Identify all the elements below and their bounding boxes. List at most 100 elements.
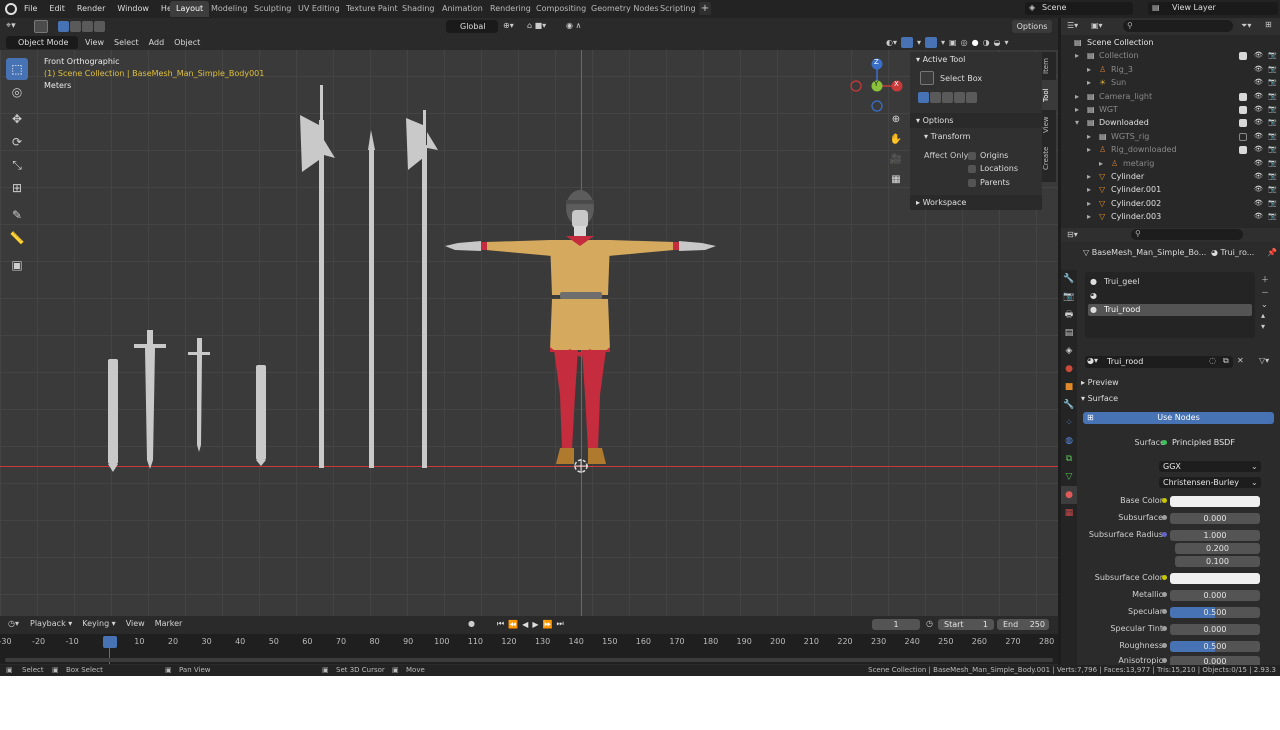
tab-scripting[interactable]: Scripting: [654, 1, 702, 17]
zoom-icon[interactable]: ⊕: [888, 114, 904, 130]
expand-arrow-icon[interactable]: ▸: [1087, 170, 1091, 183]
tab-shading[interactable]: Shading: [396, 1, 441, 17]
options-button[interactable]: Options: [1012, 20, 1052, 33]
expand-arrow-icon[interactable]: ▸: [1075, 49, 1079, 62]
tab-rendering[interactable]: Rendering: [484, 1, 537, 17]
tool-mode-extend-icon[interactable]: [930, 92, 941, 103]
current-frame-field[interactable]: 1: [872, 619, 920, 630]
scene-selector[interactable]: ◈ Scene: [1025, 2, 1133, 15]
fake-user-icon[interactable]: ◌: [1209, 356, 1216, 365]
param-value-field[interactable]: 1.000: [1170, 530, 1260, 541]
outliner-row[interactable]: ▸ ♙ Rig_downloaded 👁 📷: [1061, 143, 1280, 156]
material-shading-icon[interactable]: ◑: [983, 38, 990, 47]
render-camera-icon[interactable]: 📷: [1268, 63, 1277, 76]
render-camera-icon[interactable]: 📷: [1268, 76, 1277, 89]
outliner-search-input[interactable]: ⚲: [1123, 20, 1233, 32]
properties-editor-icon[interactable]: ⊟▾: [1067, 230, 1078, 239]
menu-window[interactable]: Window: [111, 0, 155, 18]
sidebar-tab-view[interactable]: View: [1042, 110, 1056, 140]
add-workspace-icon[interactable]: +: [699, 2, 711, 15]
transform-header[interactable]: ▾ Transform: [924, 132, 970, 141]
render-tab-icon[interactable]: 📷: [1061, 288, 1077, 306]
menu-marker[interactable]: Marker: [155, 619, 183, 628]
param-value-field[interactable]: 0.000: [1170, 513, 1260, 524]
render-camera-icon[interactable]: 📷: [1268, 183, 1277, 196]
exclude-checkbox[interactable]: [1239, 146, 1247, 155]
tool-mode-subtract-icon[interactable]: [942, 92, 953, 103]
snap-icon[interactable]: ⌂ ■▾: [527, 21, 546, 30]
constraints-tab-icon[interactable]: ⧉: [1061, 450, 1077, 468]
expand-arrow-icon[interactable]: ▾: [1075, 116, 1079, 129]
prev-keyframe-icon[interactable]: ⏪: [508, 620, 518, 629]
expand-arrow-icon[interactable]: ▸: [1087, 63, 1091, 76]
render-camera-icon[interactable]: 📷: [1268, 143, 1277, 156]
visibility-eye-icon[interactable]: 👁: [1254, 183, 1263, 196]
surface-panel-header[interactable]: ▾ Surface: [1081, 394, 1118, 403]
render-camera-icon[interactable]: 📷: [1268, 157, 1277, 170]
menu-render[interactable]: Render: [71, 0, 111, 18]
data-tab-icon[interactable]: ▽: [1061, 468, 1077, 486]
link-type-icon[interactable]: ▽▾: [1259, 356, 1269, 365]
tab-animation[interactable]: Animation: [436, 1, 489, 17]
outliner-row[interactable]: ▸ ▽ Cylinder.003 👁 📷: [1061, 210, 1280, 223]
mode-dropdown[interactable]: Object Mode: [6, 36, 78, 49]
outliner-row-scene-collection[interactable]: ▤ Scene Collection: [1061, 36, 1280, 49]
visibility-eye-icon[interactable]: 👁: [1254, 210, 1263, 223]
scene-tab-icon[interactable]: ◈: [1061, 342, 1077, 360]
proportional-edit-icon[interactable]: ◉ ∧: [566, 21, 581, 30]
visibility-eye-icon[interactable]: 👁: [1254, 103, 1263, 116]
material-tab-icon[interactable]: ●: [1061, 486, 1077, 504]
particles-tab-icon[interactable]: ⁘: [1061, 414, 1077, 432]
sidebar-tab-item[interactable]: Item: [1042, 52, 1056, 80]
gizmo-dropdown-icon[interactable]: ▾: [917, 38, 921, 47]
texture-tab-icon[interactable]: ▦: [1061, 504, 1077, 522]
add-slot-icon[interactable]: ＋: [1261, 274, 1269, 285]
jump-end-icon[interactable]: ⏭: [556, 619, 563, 629]
timeline-scrub-area[interactable]: -30-20-101102030405060708090100110120130…: [0, 634, 1058, 664]
mode-subtract-icon[interactable]: [82, 21, 93, 32]
mode-new-icon[interactable]: [58, 21, 69, 32]
next-keyframe-icon[interactable]: ⏩: [542, 620, 552, 629]
workspace-header[interactable]: ▸ Workspace: [910, 195, 1042, 210]
blender-logo-icon[interactable]: [5, 3, 17, 15]
sidebar-tab-tool[interactable]: Tool: [1042, 80, 1056, 110]
exclude-checkbox[interactable]: [1239, 52, 1247, 61]
slot-menu-icon[interactable]: ⌄: [1261, 300, 1269, 309]
exclude-checkbox[interactable]: [1239, 119, 1247, 128]
object-tab-icon[interactable]: ■: [1061, 378, 1077, 396]
expand-arrow-icon[interactable]: ▸: [1087, 130, 1091, 143]
timeline-editor-icon[interactable]: ◷▾: [8, 619, 19, 628]
wireframe-shading-icon[interactable]: ◎: [961, 38, 968, 47]
record-icon[interactable]: ●: [468, 619, 475, 628]
render-camera-icon[interactable]: 📷: [1268, 116, 1277, 129]
menu-timeline-view[interactable]: View: [126, 619, 145, 628]
pin-icon[interactable]: 📌: [1267, 248, 1277, 257]
param-value-field[interactable]: [1170, 573, 1260, 584]
expand-arrow-icon[interactable]: ▸: [1087, 197, 1091, 210]
visibility-eye-icon[interactable]: 👁: [1254, 143, 1263, 156]
jump-start-icon[interactable]: ⏮: [497, 619, 504, 629]
tab-uv-editing[interactable]: UV Editing: [292, 1, 346, 17]
mode-intersect-icon[interactable]: [94, 21, 105, 32]
move-down-icon[interactable]: ▾: [1261, 322, 1269, 331]
render-camera-icon[interactable]: 📷: [1268, 197, 1277, 210]
visibility-eye-icon[interactable]: 👁: [1254, 197, 1263, 210]
rendered-shading-icon[interactable]: ◒: [994, 38, 1001, 47]
outliner-row[interactable]: ▸ ▤ Camera_light 👁 📷: [1061, 90, 1280, 103]
start-frame-field[interactable]: Start 1: [938, 619, 994, 630]
expand-arrow-icon[interactable]: ▸: [1087, 143, 1091, 156]
visibility-eye-icon[interactable]: 👁: [1254, 63, 1263, 76]
properties-search-input[interactable]: ⚲: [1131, 229, 1243, 240]
visibility-eye-icon[interactable]: 👁: [1254, 116, 1263, 129]
param-value-field[interactable]: 0.100: [1175, 556, 1260, 567]
select-box-icon[interactable]: [920, 71, 934, 85]
perspective-grid-icon[interactable]: ▦: [888, 174, 904, 190]
visibility-eye-icon[interactable]: 👁: [1254, 49, 1263, 62]
tool-mode-invert-icon[interactable]: [954, 92, 965, 103]
exclude-checkbox[interactable]: [1239, 92, 1247, 101]
menu-select[interactable]: Select: [109, 35, 144, 50]
param-value-field[interactable]: 0.200: [1175, 543, 1260, 554]
expand-arrow-icon[interactable]: ▸: [1087, 183, 1091, 196]
subsurface-method-dropdown[interactable]: Christensen-Burley ⌄: [1159, 477, 1261, 488]
outliner-row[interactable]: ▸ ▽ Cylinder 👁 📷: [1061, 170, 1280, 183]
